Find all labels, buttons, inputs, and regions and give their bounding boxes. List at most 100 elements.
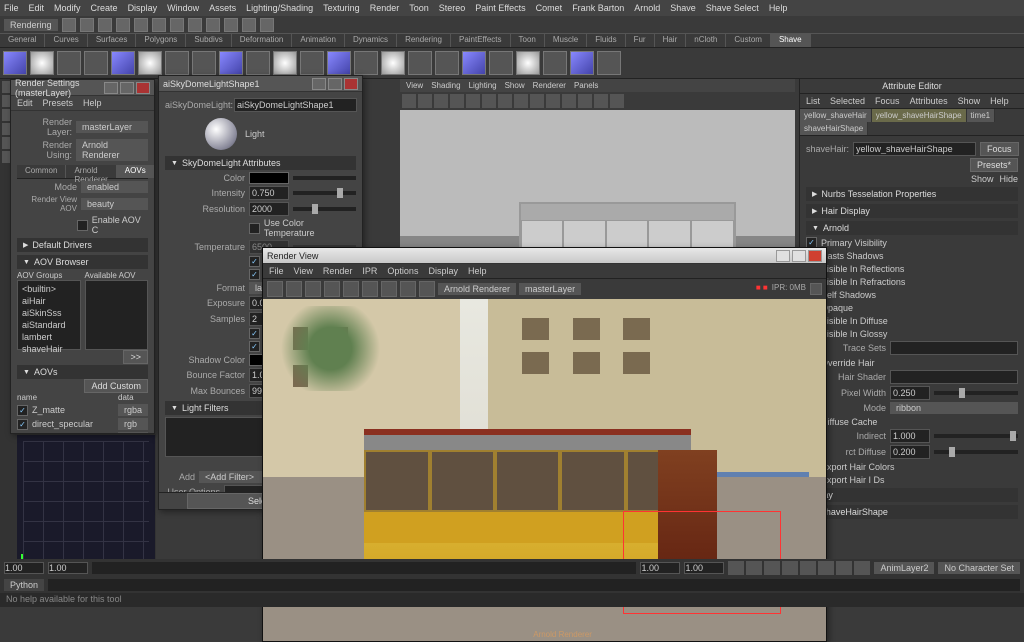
menu-display[interactable]: Display <box>128 3 158 13</box>
menu-frankbarton[interactable]: Frank Barton <box>572 3 624 13</box>
shelf-tab-animation[interactable]: Animation <box>292 34 345 47</box>
rvaov-dropdown[interactable]: beauty <box>81 198 148 210</box>
shelf-tab-hair[interactable]: Hair <box>655 34 687 47</box>
aov-grp-0[interactable]: <builtin> <box>20 283 78 295</box>
shelf-tab-ncloth[interactable]: nCloth <box>686 34 726 47</box>
ae-menu-focus[interactable]: Focus <box>875 96 900 106</box>
aov-grp-4[interactable]: lambert <box>20 331 78 343</box>
rv-menu-help[interactable]: Help <box>468 266 487 276</box>
indirect-slider[interactable] <box>934 434 1018 438</box>
shelf-btn-13[interactable] <box>327 51 351 75</box>
rv-keep-icon[interactable] <box>381 281 397 297</box>
ae-menu-list[interactable]: List <box>806 96 820 106</box>
rv-menu-options[interactable]: Options <box>387 266 418 276</box>
shelf-tab-subdivs[interactable]: Subdivs <box>186 34 231 47</box>
focus-button[interactable]: Focus <box>980 142 1019 156</box>
material-swatch-icon[interactable] <box>205 118 237 150</box>
ae-menu-selected[interactable]: Selected <box>830 96 865 106</box>
aov-grp-1[interactable]: aiHair <box>20 295 78 307</box>
rv-close-icon[interactable] <box>808 250 822 262</box>
renderusing-dropdown[interactable]: Arnold Renderer <box>76 139 148 161</box>
aov-move-button[interactable]: >> <box>123 350 148 364</box>
play-end-input[interactable] <box>640 562 680 574</box>
shelf-tab-fluids[interactable]: Fluids <box>587 34 625 47</box>
shelf-tab-custom[interactable]: Custom <box>726 34 771 47</box>
mode-dropdown[interactable]: Rendering <box>4 19 58 31</box>
shelf-tab-dynamics[interactable]: Dynamics <box>345 34 397 47</box>
menu-painteffects[interactable]: Paint Effects <box>475 3 525 13</box>
vp-tool-7[interactable] <box>498 94 512 108</box>
vp-tool-2[interactable] <box>418 94 432 108</box>
inddiff-slider[interactable] <box>934 450 1018 454</box>
hairshader-input[interactable] <box>890 370 1018 384</box>
shelf-btn-22[interactable] <box>570 51 594 75</box>
rs-menu-help[interactable]: Help <box>83 98 102 108</box>
aov-groups-list[interactable]: <builtin> aiHair aiSkinSss aiStandard la… <box>17 280 81 350</box>
shelf-btn-3[interactable] <box>57 51 81 75</box>
chk-castshad[interactable]: ✓ <box>249 341 260 352</box>
rs-menu-presets[interactable]: Presets <box>43 98 74 108</box>
sec-hairdisplay[interactable]: ▶Hair Display <box>806 204 1018 218</box>
menu-modify[interactable]: Modify <box>54 3 81 13</box>
menu-render[interactable]: Render <box>370 3 400 13</box>
shelf-tab-painteffects[interactable]: PaintEffects <box>451 34 511 47</box>
pixelwidth-slider[interactable] <box>934 391 1018 395</box>
sd-close-icon[interactable] <box>344 78 358 90</box>
menu-shaveselect[interactable]: Shave Select <box>706 3 759 13</box>
chk-illuminates[interactable]: ✓ <box>249 256 260 267</box>
rv-info-icon[interactable] <box>419 281 435 297</box>
mode2-dropdown[interactable]: ribbon <box>890 402 1018 414</box>
shavehair-field[interactable] <box>853 142 976 156</box>
ae-menu-attributes[interactable]: Attributes <box>910 96 948 106</box>
shelf-btn-16[interactable] <box>408 51 432 75</box>
chk-aov-1[interactable]: ✓ <box>17 419 28 430</box>
ae-menu-help[interactable]: Help <box>990 96 1009 106</box>
vp-tool-12[interactable] <box>578 94 592 108</box>
shelf-btn-10[interactable] <box>246 51 270 75</box>
aov-grp-3[interactable]: aiStandard <box>20 319 78 331</box>
shelf-tab-toon[interactable]: Toon <box>511 34 545 47</box>
menu-file[interactable]: File <box>4 3 19 13</box>
shelf-btn-7[interactable] <box>165 51 189 75</box>
chk-colortemp[interactable] <box>249 223 260 234</box>
menu-comet[interactable]: Comet <box>536 3 563 13</box>
snap-point-icon[interactable] <box>224 18 238 32</box>
rv-titlebar[interactable]: Render View <box>263 248 826 264</box>
vp-tool-13[interactable] <box>594 94 608 108</box>
shelf-btn-18[interactable] <box>462 51 486 75</box>
sec-nurbs[interactable]: ▶Nurbs Tesselation Properties <box>806 187 1018 201</box>
rv-menu-render[interactable]: Render <box>323 266 353 276</box>
chk-aov-0[interactable]: ✓ <box>17 405 28 416</box>
time-slider-track[interactable] <box>92 562 636 574</box>
intensity-slider[interactable] <box>293 191 356 195</box>
vp-menu-show[interactable]: Show <box>505 81 525 90</box>
shelf-btn-6[interactable] <box>138 51 162 75</box>
vp-menu-renderer[interactable]: Renderer <box>533 81 566 90</box>
rv-menu-ipr[interactable]: IPR <box>362 266 377 276</box>
rv-menu-view[interactable]: View <box>294 266 313 276</box>
rv-region-icon[interactable] <box>286 281 302 297</box>
range-start-input[interactable] <box>4 562 44 574</box>
rs-maximize-icon[interactable] <box>120 82 134 94</box>
inddiff-input[interactable] <box>890 445 930 459</box>
sec-aovbrowser[interactable]: ▼AOV Browser <box>17 255 148 269</box>
rs-tab-aovs[interactable]: AOVs <box>117 165 154 178</box>
rv-menu-file[interactable]: File <box>269 266 284 276</box>
step-fwd-icon[interactable] <box>836 561 852 575</box>
rv-menu-display[interactable]: Display <box>428 266 458 276</box>
ipr-icon[interactable] <box>260 18 274 32</box>
presets-button[interactable]: Presets* <box>970 158 1018 172</box>
shelf-btn-2[interactable] <box>30 51 54 75</box>
vp-tool-4[interactable] <box>450 94 464 108</box>
range-end-input[interactable] <box>684 562 724 574</box>
vp-tool-11[interactable] <box>562 94 576 108</box>
menu-window[interactable]: Window <box>167 3 199 13</box>
menu-lightshade[interactable]: Lighting/Shading <box>246 3 313 13</box>
new-icon[interactable] <box>62 18 76 32</box>
shelf-tab-general[interactable]: General <box>0 34 45 47</box>
aov-grp-5[interactable]: shaveHair <box>20 343 78 355</box>
sd-maximize-icon[interactable] <box>328 78 342 90</box>
shelf-btn-12[interactable] <box>300 51 324 75</box>
chk-enableaov[interactable] <box>77 220 88 231</box>
sec-lay[interactable]: ▶lay <box>806 488 1018 502</box>
